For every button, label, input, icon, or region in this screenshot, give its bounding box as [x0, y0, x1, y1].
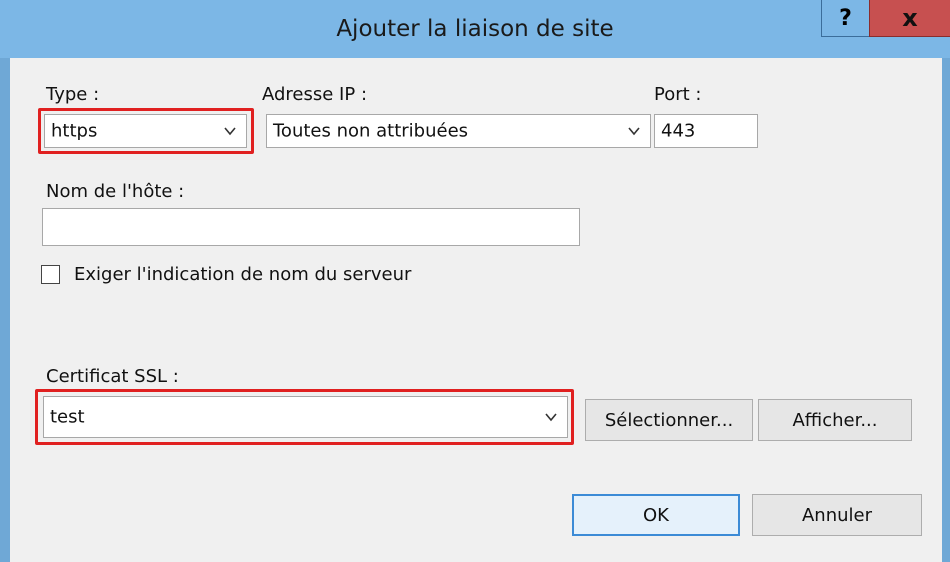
select-certificate-button[interactable]: Sélectionner...	[585, 399, 753, 441]
ip-address-value: Toutes non attribuées	[273, 120, 469, 142]
port-label: Port :	[654, 84, 702, 105]
close-button[interactable]: x	[869, 0, 950, 37]
close-icon: x	[902, 4, 918, 32]
port-value: 443	[661, 120, 696, 142]
sni-checkbox[interactable]	[41, 265, 60, 284]
view-certificate-button[interactable]: Afficher...	[758, 399, 912, 441]
ip-address-select[interactable]: Toutes non attribuées	[266, 114, 651, 148]
dialog-title: Ajouter la liaison de site	[336, 16, 614, 42]
type-highlight-box	[38, 108, 254, 154]
sni-checkbox-label[interactable]: Exiger l'indication de nom du serveur	[74, 264, 411, 285]
chevron-down-icon	[628, 127, 640, 136]
host-name-input[interactable]	[42, 208, 580, 246]
ssl-highlight-box	[35, 389, 574, 445]
dialog-client-area: Type : https Adresse IP : Toutes non att…	[10, 58, 942, 562]
host-name-label: Nom de l'hôte :	[46, 181, 185, 202]
ok-button[interactable]: OK	[572, 494, 740, 536]
cancel-button[interactable]: Annuler	[752, 494, 922, 536]
port-input[interactable]: 443	[654, 114, 758, 148]
ssl-certificate-label: Certificat SSL :	[46, 366, 179, 387]
dialog-window: Ajouter la liaison de site ? x Type : ht…	[0, 0, 950, 562]
help-icon: ?	[839, 5, 852, 31]
type-label: Type :	[46, 84, 100, 105]
help-button[interactable]: ?	[821, 0, 870, 37]
title-bar: Ajouter la liaison de site	[0, 0, 950, 58]
ip-label: Adresse IP :	[262, 84, 368, 105]
